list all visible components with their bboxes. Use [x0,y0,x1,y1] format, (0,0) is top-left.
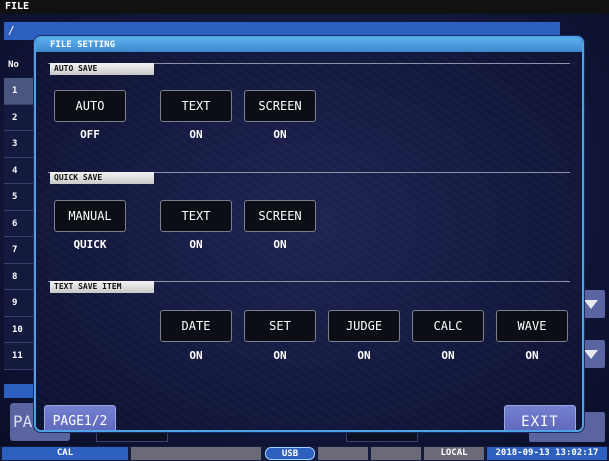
auto-button[interactable]: AUTO [54,90,126,122]
judge-button[interactable]: JUDGE [328,310,400,342]
file-row[interactable]: 10 [4,316,38,343]
status-local: LOCAL [424,447,484,460]
file-setting-dialog: FILE SETTING AUTO SAVE AUTO OFF TEXT ON … [34,36,584,432]
section-label-auto-save: AUTO SAVE [50,63,154,75]
file-row[interactable]: 7 [4,237,38,264]
status-usb: USB [265,447,315,460]
dialog-title: FILE SETTING [36,38,582,52]
set-value: ON [273,349,287,362]
status-cal: CAL [2,447,128,460]
status-bar: CAL USB LOCAL 2018-09-13 13:02:17 [0,446,609,461]
column-header-no: No [8,60,19,70]
status-slot [318,447,368,460]
calc-value: ON [441,349,455,362]
manual-value: QUICK [73,238,107,251]
section-label-text-save-item: TEXT SAVE ITEM [50,281,154,293]
date-value: ON [189,349,203,362]
quick-text-button[interactable]: TEXT [160,200,232,232]
status-slot [131,447,261,460]
dialog-body: AUTO SAVE AUTO OFF TEXT ON SCREEN ON QUI… [36,52,582,430]
file-row[interactable]: 11 [4,343,38,370]
auto-text-value: ON [189,128,203,141]
date-button[interactable]: DATE [160,310,232,342]
quick-text-value: ON [189,238,203,251]
file-row[interactable]: 3 [4,131,38,158]
section-divider [154,281,570,282]
file-row[interactable]: 8 [4,263,38,290]
quick-screen-button[interactable]: SCREEN [244,200,316,232]
file-row[interactable]: 4 [4,157,38,184]
file-list: 1 2 3 4 5 6 7 8 9 10 11 [4,78,38,370]
status-slot [371,447,421,460]
manual-button[interactable]: MANUAL [54,200,126,232]
app-title: FILE [0,0,609,14]
page-button[interactable]: PAGE1/2 [44,405,116,430]
triangle-down-icon [584,300,598,309]
wave-button[interactable]: WAVE [496,310,568,342]
judge-value: ON [357,349,371,362]
file-row[interactable]: 1 [4,78,38,105]
auto-text-button[interactable]: TEXT [160,90,232,122]
exit-button[interactable]: EXIT [504,405,576,430]
section-divider [154,63,570,64]
wave-value: ON [525,349,539,362]
auto-value: OFF [80,128,100,141]
file-row[interactable]: 2 [4,104,38,131]
auto-screen-value: ON [273,128,287,141]
auto-screen-button[interactable]: SCREEN [244,90,316,122]
calc-button[interactable]: CALC [412,310,484,342]
file-row[interactable]: 9 [4,290,38,317]
triangle-down-icon [584,350,598,359]
quick-screen-value: ON [273,238,287,251]
section-divider [154,172,570,173]
section-label-quick-save: QUICK SAVE [50,172,154,184]
set-button[interactable]: SET [244,310,316,342]
file-row[interactable]: 6 [4,210,38,237]
file-row[interactable]: 5 [4,184,38,211]
status-datetime: 2018-09-13 13:02:17 [487,447,607,460]
